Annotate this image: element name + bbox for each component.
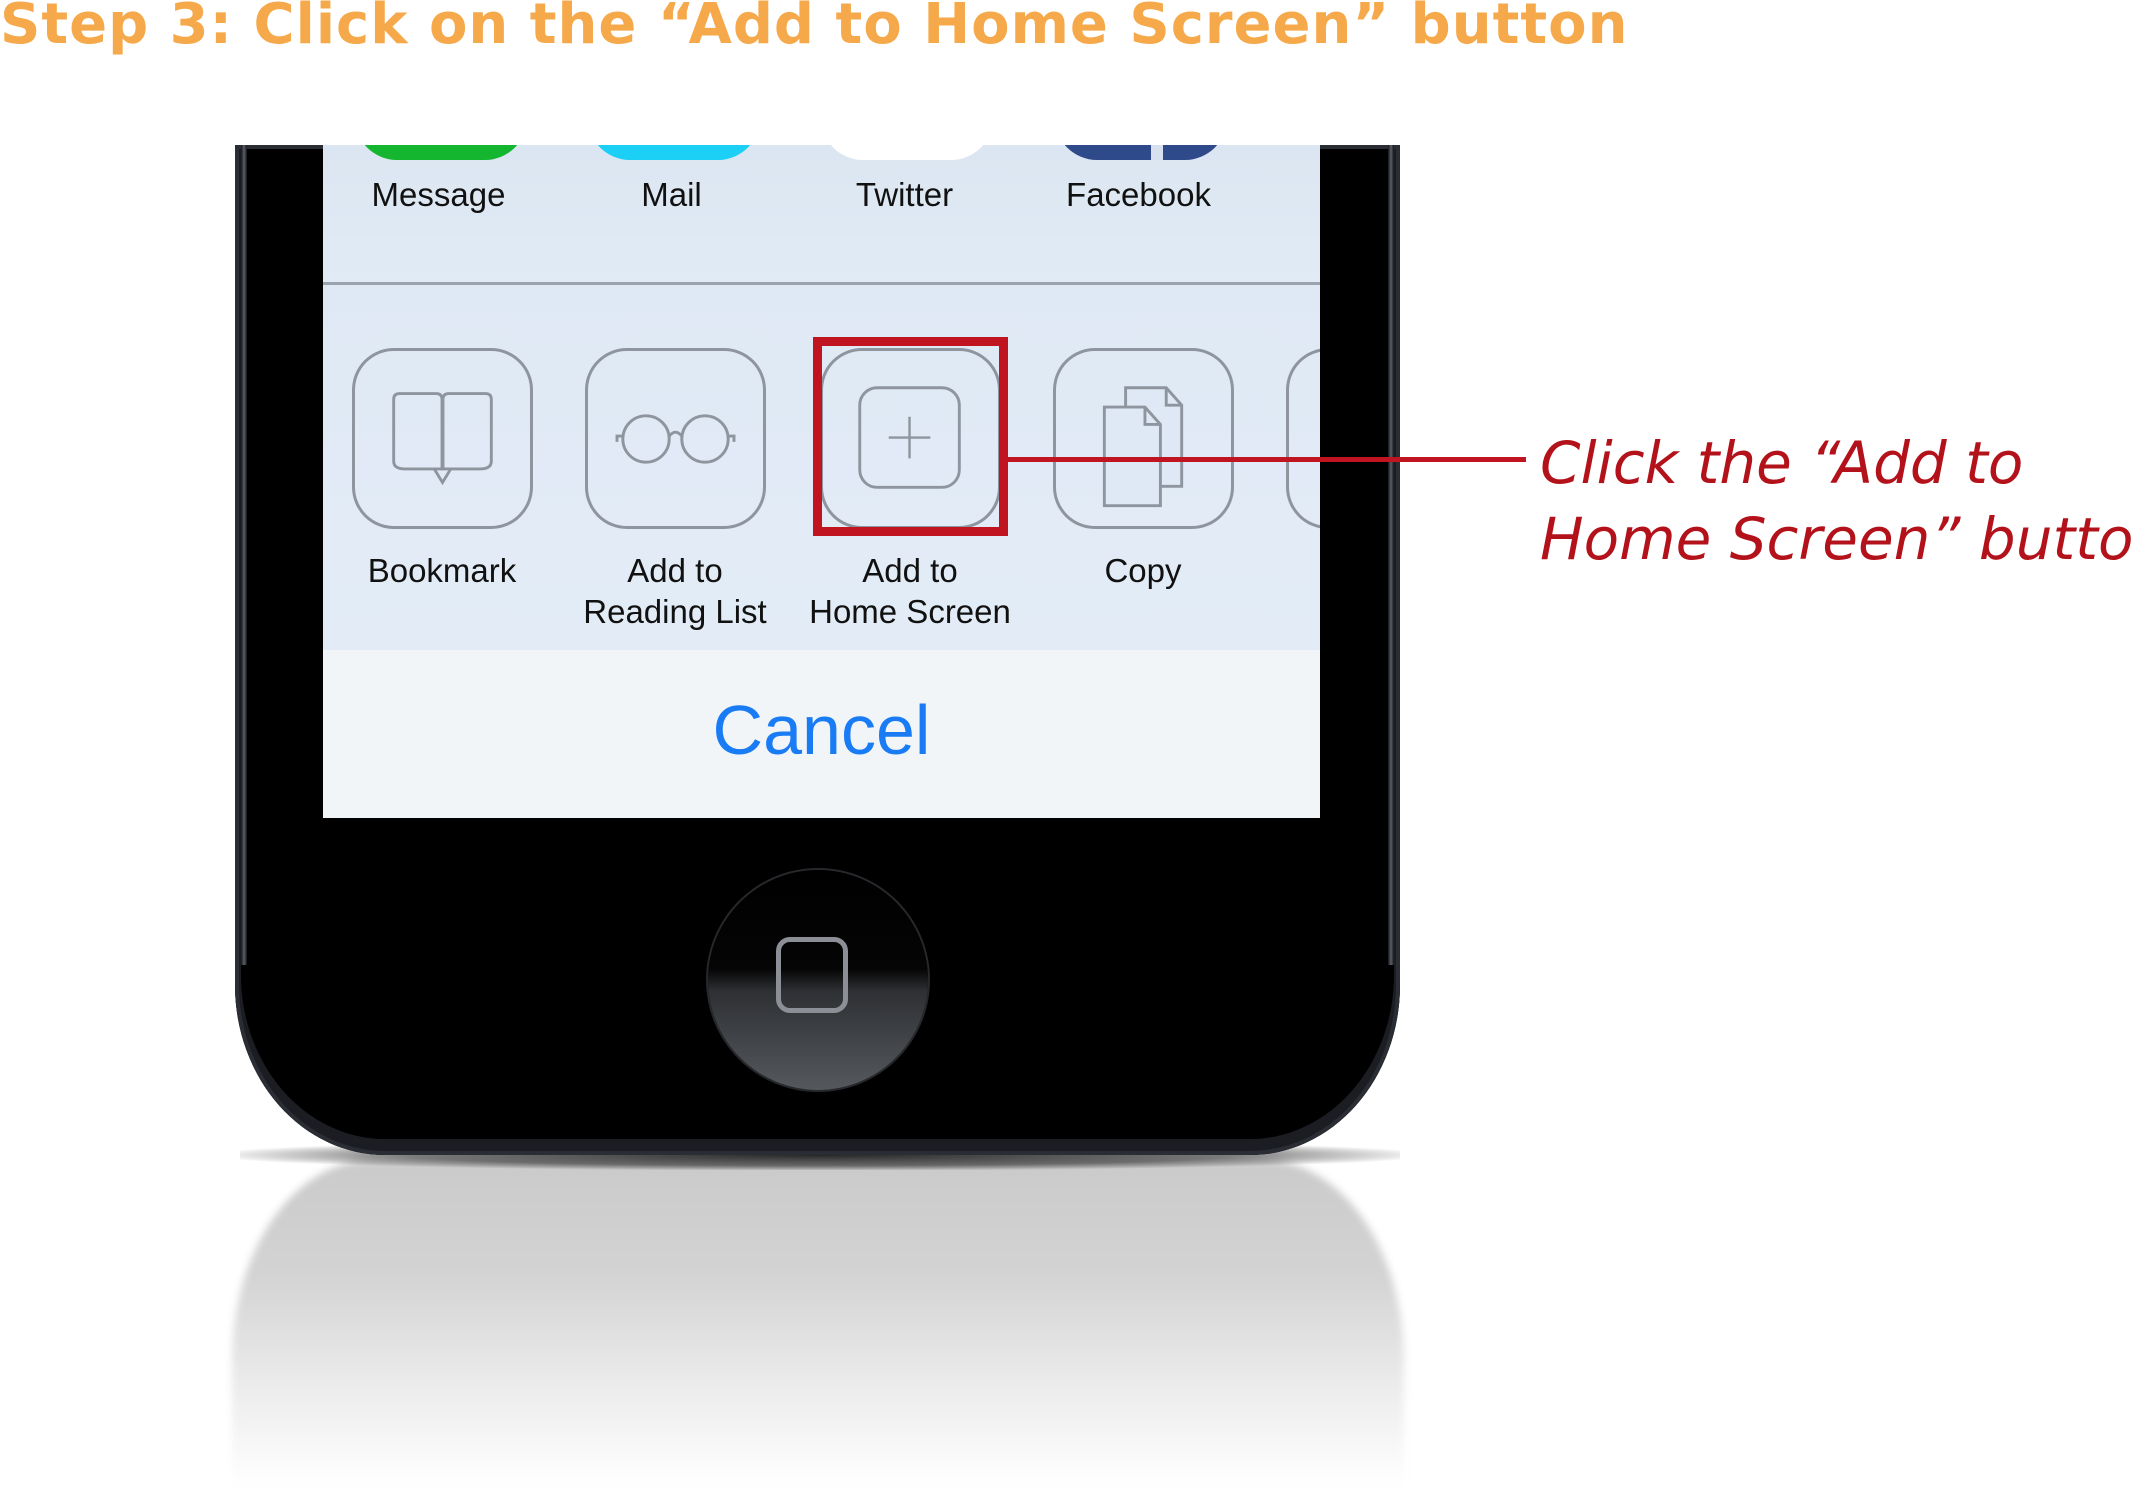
action-label: Add to Home Screen <box>790 550 1030 632</box>
label-line2: Home Screen <box>809 593 1011 630</box>
label-line1: Bookmark <box>367 552 517 589</box>
cancel-area: Cancel <box>323 650 1320 818</box>
action-label: Add to Reading List <box>555 550 795 632</box>
step-title: Step 3: Click on the “Add to Home Screen… <box>0 0 1629 57</box>
callout-text: Click the “Add to Home Screen” button <box>1540 425 2131 577</box>
copy-icon <box>1102 386 1184 508</box>
cancel-button[interactable]: Cancel <box>323 690 1320 770</box>
message-app-icon <box>355 145 527 160</box>
app-label: Message <box>371 176 506 213</box>
callout-line <box>1006 457 1526 462</box>
app-label: Mail <box>641 176 702 213</box>
bookmark-icon <box>392 392 493 486</box>
home-button[interactable] <box>708 870 928 1090</box>
copy-action-button[interactable] <box>1053 348 1234 529</box>
label-line2: Reading List <box>583 593 767 630</box>
phone-edge-left <box>241 145 247 965</box>
glasses-icon <box>615 414 736 464</box>
action-label: Copy <box>1023 550 1263 591</box>
label-line1: Copy <box>1104 552 1182 589</box>
action-label: Bookmark <box>323 550 562 591</box>
reading-list-action-button[interactable] <box>585 348 766 529</box>
phone-reflection <box>232 1160 1404 1487</box>
highlight-box <box>813 337 1008 536</box>
label-line1: Add to <box>627 552 723 589</box>
home-square-icon <box>776 937 848 1013</box>
facebook-app-icon <box>1055 145 1227 160</box>
more-action-button-partial[interactable] <box>1286 348 1320 529</box>
label-line1: Add to <box>862 552 958 589</box>
phone-edge-right <box>1388 145 1394 965</box>
callout-line1: Click the “Add to <box>1540 429 2024 497</box>
app-label: Facebook <box>1066 176 1211 213</box>
callout-line2: Home Screen” button <box>1540 505 2131 573</box>
app-label: Twitter <box>855 176 954 213</box>
mail-app-icon <box>588 145 760 160</box>
twitter-app-icon <box>821 145 993 160</box>
bookmark-action-button[interactable] <box>352 348 533 529</box>
share-apps-row: Message Mail Twitter Facebook <box>323 145 1320 282</box>
iphone-device: Message Mail Twitter Facebook Bookmark A… <box>235 145 1400 1155</box>
